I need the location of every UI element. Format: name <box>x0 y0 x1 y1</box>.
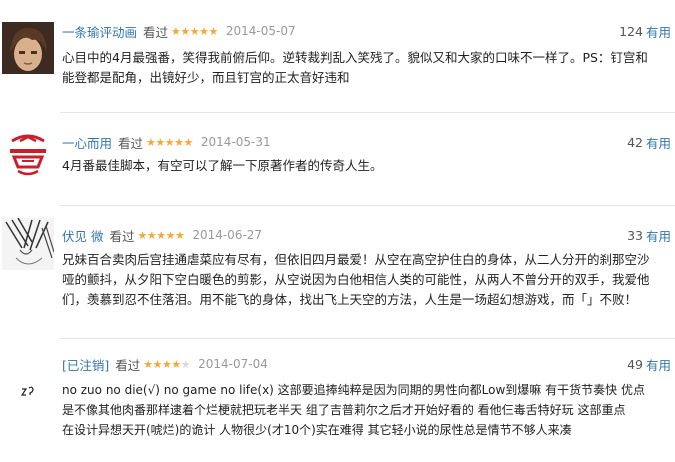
avatar[interactable] <box>2 377 54 429</box>
avatar[interactable] <box>2 127 54 179</box>
rating-stars: ★★★★★ <box>146 135 193 149</box>
vote-count: 49 <box>627 356 643 372</box>
vote-area: 124 有用 <box>619 22 671 40</box>
useful-button[interactable]: 有用 <box>646 133 671 152</box>
review-item: [已注销] 看过 ★★★★★ 2014-07-04 49 有用 no zuo n… <box>0 339 675 462</box>
vote-count: 42 <box>627 134 643 150</box>
useful-button[interactable]: 有用 <box>646 355 671 374</box>
avatar[interactable] <box>2 218 54 270</box>
review-date: 2014-05-07 <box>225 24 296 38</box>
review-line: 心目中的4月最强番，笑得我前俯后仰。逆转裁判乱入笑残了。貌似又和大家的口味不一样… <box>62 50 648 65</box>
review-meta: [已注销] 看过 ★★★★★ 2014-07-04 <box>62 355 268 373</box>
review-content: 兄妹百合卖肉后宫挂通虐菜应有尽有，但依旧四月最爱！从空在高空护住白的身体，从二人… <box>62 250 670 310</box>
review-line: 是不像其他肉番那样逮着个烂梗就把玩老半天 组了吉普莉尔之后才开始好看的 看他仨毒… <box>62 403 626 417</box>
review-date: 2014-07-04 <box>198 357 268 371</box>
review-line: 4月番最佳脚本，有空可以了解一下原著作者的传奇人生。 <box>62 158 383 173</box>
watch-status: 看过 <box>115 357 141 373</box>
rating-stars: ★★★★★ <box>171 24 218 38</box>
vote-area: 42 有用 <box>627 133 671 151</box>
username-link[interactable]: 伏见 微 <box>62 226 103 245</box>
vote-area: 33 有用 <box>627 226 671 244</box>
rating-stars: ★★★★★ <box>137 228 185 242</box>
username-link[interactable]: 一心而用 <box>62 133 112 152</box>
review-date: 2014-06-27 <box>192 228 263 242</box>
review-item: 伏见 微 看过 ★★★★★ 2014-06-27 33 有用 兄妹百合卖肉后宫挂… <box>0 206 675 338</box>
review-content: 4月番最佳脚本，有空可以了解一下原著作者的传奇人生。 <box>62 156 670 176</box>
watch-status: 看过 <box>118 135 144 151</box>
review-item: 一条瑜评动画 看过 ★★★★★ 2014-05-07 124 有用 心目中的4月… <box>0 0 675 112</box>
useful-button[interactable]: 有用 <box>646 226 671 245</box>
review-meta: 一条瑜评动画 看过 ★★★★★ 2014-05-07 <box>62 22 296 40</box>
review-line: no zuo no die(√) no game no life(x) 这部要追… <box>62 383 645 397</box>
review-item: 一心而用 看过 ★★★★★ 2014-05-31 42 有用 4月番最佳脚本，有… <box>0 113 675 203</box>
review-line: 在设计异想天开(唬烂)的诡计 人物很少(才10个)实在难得 其它轻小说的尿性总是… <box>62 423 572 437</box>
review-line: 们，羡慕到忍不住落泪。用不能飞的身体，找出飞上天空的方法，人生是一场超幻想游戏，… <box>62 292 638 307</box>
watch-status: 看过 <box>143 24 169 40</box>
review-line: 哑的颤抖，从夕阳下空白暖色的剪影，从空说因为白他相信人类的可能性，从两人不曾分开… <box>62 272 650 287</box>
review-line: 兄妹百合卖肉后宫挂通虐菜应有尽有，但依旧四月最爱！从空在高空护住白的身体，从二人… <box>62 252 650 267</box>
username-link[interactable]: 一条瑜评动画 <box>62 22 137 41</box>
review-content: no zuo no die(√) no game no life(x) 这部要追… <box>62 380 670 440</box>
rating-stars: ★★★★★ <box>143 358 190 371</box>
watch-status: 看过 <box>109 228 135 244</box>
review-meta: 伏见 微 看过 ★★★★★ 2014-06-27 <box>62 226 262 244</box>
review-line: 能登都是配角，出镜好少，而且钉宫的正太音好违和 <box>62 70 350 85</box>
star-on: ★★★★ <box>143 357 181 371</box>
useful-button[interactable]: 有用 <box>646 22 671 41</box>
avatar[interactable] <box>2 22 54 74</box>
username-link[interactable]: [已注销] <box>62 355 109 374</box>
review-content: 心目中的4月最强番，笑得我前俯后仰。逆转裁判乱入笑残了。貌似又和大家的口味不一样… <box>62 48 670 88</box>
vote-count: 124 <box>619 23 643 39</box>
review-date: 2014-05-31 <box>200 135 271 149</box>
star-off: ★ <box>180 357 191 371</box>
vote-area: 49 有用 <box>627 355 671 373</box>
vote-count: 33 <box>627 227 643 243</box>
review-meta: 一心而用 看过 ★★★★★ 2014-05-31 <box>62 133 271 151</box>
